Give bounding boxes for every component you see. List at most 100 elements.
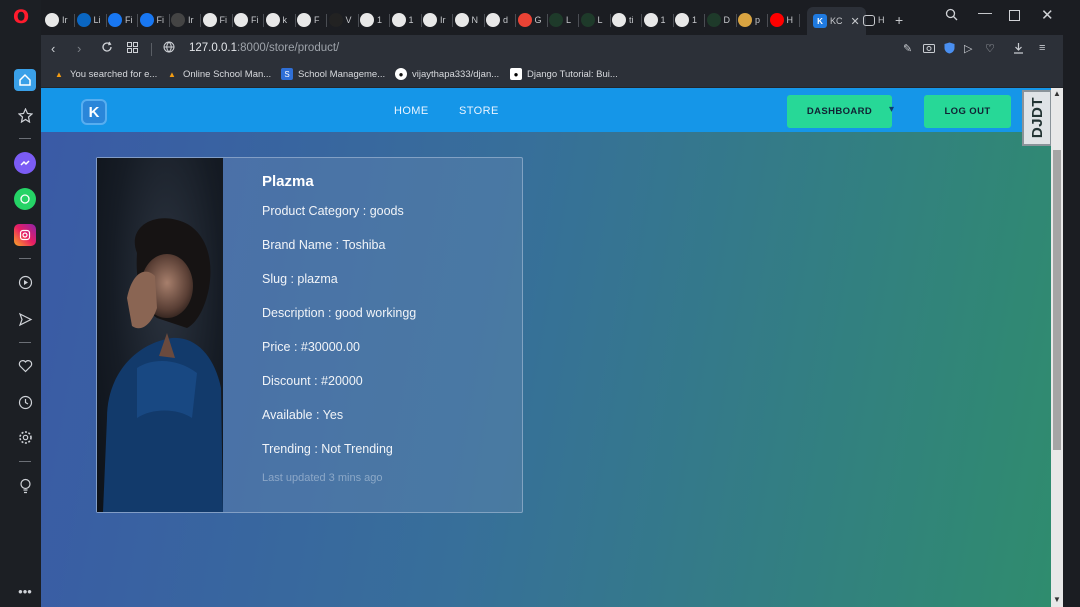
tab-label: Fi [251,15,259,25]
site-logo[interactable]: K [81,99,107,125]
warning-cone-icon: ▲ [55,69,63,79]
tab-label: G [534,15,542,25]
address-bar: ‹ › 127.0.0.1:8000/store/product/ ✎ ▷ ♡ … [41,35,1063,63]
tab-label: p [755,15,761,25]
tab-item[interactable]: Fi [108,9,133,31]
tab-item[interactable]: Fi [202,9,227,31]
bookmark-item[interactable]: ● Django Tutorial: Bui... [510,68,618,80]
tab-item[interactable]: V [328,9,352,31]
lightbulb-icon[interactable] [14,475,36,497]
home-icon[interactable] [14,69,36,91]
speed-dial-icon[interactable] [14,104,36,126]
djdt-label: DJDT [1028,97,1046,139]
edit-icon[interactable]: ✎ [903,42,912,55]
tab-label: N [471,15,479,25]
easy-setup-menu-icon[interactable]: ≡ [1039,42,1045,54]
minimize-window-icon[interactable]: — [978,4,992,20]
download-icon[interactable] [1013,42,1024,57]
tab-item[interactable]: H [769,9,793,31]
product-availability: Available : Yes [262,408,344,422]
bookmark-item[interactable]: ● vijaythapa333/djan... [395,68,499,80]
back-arrow-icon[interactable]: ‹ [51,41,55,56]
tab-item[interactable]: Ir [171,9,194,31]
close-window-icon[interactable]: ✕ [1041,6,1054,24]
tab-item[interactable]: L [549,9,571,31]
django-debug-toolbar-handle[interactable]: DJDT [1022,90,1051,146]
settings-gear-icon[interactable] [14,426,36,448]
site-info-globe-icon[interactable] [163,41,175,56]
logout-button[interactable]: LOG OUT [924,95,1011,128]
tab-label: 1 [692,15,698,25]
messenger-icon[interactable] [14,152,36,174]
tab-item[interactable]: d [486,9,508,31]
url-path: :8000/store/product/ [236,42,340,54]
adblock-shield-icon[interactable] [944,42,955,57]
tab-grid-icon[interactable] [127,41,138,56]
chevron-down-icon[interactable]: ▾ [889,104,894,115]
new-tab-button[interactable]: + [895,9,903,31]
forward-arrow-icon[interactable]: › [77,41,81,56]
tab-item[interactable]: 1 [391,9,414,31]
tab-separator [389,14,390,27]
bookmark-heart-icon[interactable]: ♡ [985,42,995,55]
reload-icon[interactable] [101,41,113,56]
brand-name: Brand Name : Toshiba [262,238,386,252]
new-tab-label: + [895,12,904,28]
nav-store-link[interactable]: STORE [459,105,499,117]
camera-snapshot-icon[interactable] [923,42,935,56]
tab-separator [798,14,800,27]
history-clock-icon[interactable] [14,391,36,413]
tab-item[interactable]: p [738,9,760,31]
maximize-window-icon[interactable] [1009,8,1020,24]
heart-icon[interactable] [14,355,36,377]
tab-item[interactable]: 1 [360,9,382,31]
tab-item[interactable]: G [517,9,542,31]
url-field[interactable]: 127.0.0.1:8000/store/product/ [189,42,339,54]
tab-label: Ir [62,15,68,25]
send-page-icon[interactable]: ▷ [964,42,972,55]
github-icon: ● [395,68,407,80]
close-tab-icon[interactable]: ✕ [851,15,860,28]
tab-item[interactable]: ti [612,9,634,31]
tab-item[interactable]: L [580,9,603,31]
tab-item[interactable]: 1 [675,9,697,31]
bookmark-label: Django Tutorial: Bui... [527,68,618,80]
tab-separator [515,14,516,27]
nav-home-link[interactable]: HOME [394,105,429,117]
search-tabs-icon[interactable] [945,8,958,24]
terminal-favicon-icon [863,14,875,26]
tab-item[interactable]: k [265,9,287,31]
send-icon[interactable] [14,308,36,330]
tab-separator [137,14,138,27]
whatsapp-icon[interactable] [14,188,36,210]
scroll-up-arrow-icon[interactable]: ▲ [1053,89,1061,98]
instagram-icon[interactable] [14,224,36,246]
more-options-icon[interactable]: ••• [14,580,36,602]
bookmark-item[interactable]: ▲ Online School Man... [166,68,271,80]
site-favicon-icon [391,13,406,27]
dashboard-button[interactable]: DASHBOARD [787,95,892,128]
tab-item[interactable]: D [706,9,730,31]
tab-item[interactable]: Ir [423,9,446,31]
bookmark-item[interactable]: S School Manageme... [281,68,385,80]
window-edge [1063,35,1080,607]
player-icon[interactable] [14,271,36,293]
tab-item[interactable]: 1 [643,9,666,31]
tab-item[interactable]: Fi [234,9,259,31]
scrollbar-thumb[interactable] [1053,150,1061,450]
sidebar-divider [19,258,31,259]
tab-item[interactable]: N [454,9,479,31]
tab-item[interactable]: Ir [45,9,68,31]
tab-active[interactable]: K KC ✕ [807,7,866,35]
tab-item[interactable]: Li [76,9,101,31]
tab-item[interactable]: F [297,9,320,31]
site-favicon-icon [76,13,91,27]
tab-last[interactable]: H [863,9,885,31]
site-favicon-icon [675,13,689,27]
tab-item[interactable]: Fi [139,9,164,31]
site-favicon-icon [360,13,374,27]
opera-logo-icon[interactable]: O [13,6,29,28]
page-scrollbar[interactable]: ▲ ▼ [1051,88,1063,607]
scroll-down-arrow-icon[interactable]: ▼ [1053,595,1061,604]
bookmark-item[interactable]: ▲ You searched for e... [53,68,157,80]
